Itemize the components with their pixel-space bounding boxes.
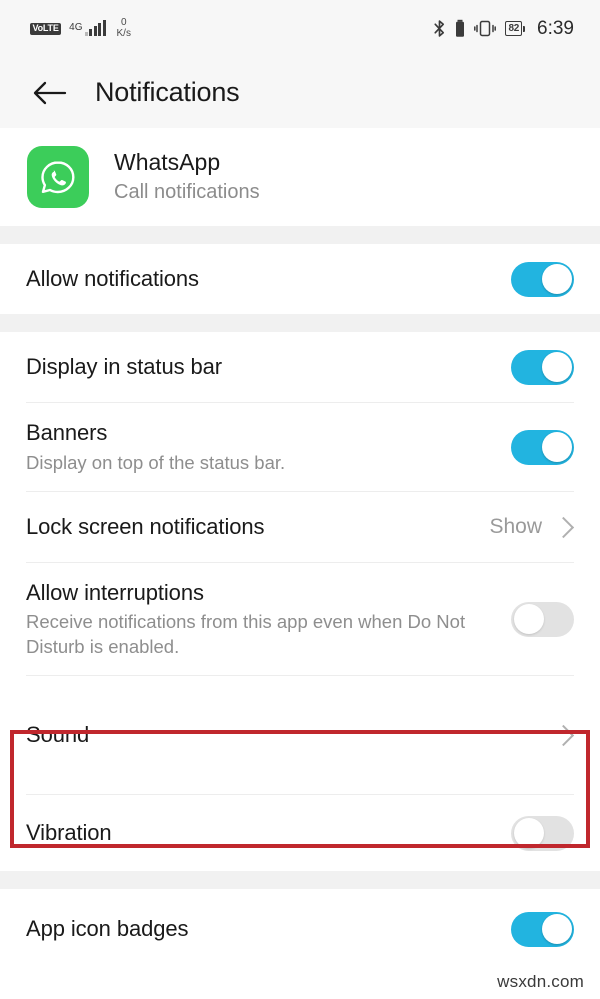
section-gap (0, 314, 600, 332)
network-type-label: 4G (69, 21, 83, 33)
row-allow-notifications[interactable]: Allow notifications (0, 244, 600, 314)
app-icon-badges-toggle[interactable] (511, 911, 574, 947)
section-notification-behavior: Display in status bar Banners Display on… (0, 332, 600, 871)
status-bar-right: 82 6:39 (433, 18, 574, 40)
row-texts: Vibration (26, 819, 126, 848)
bluetooth-icon (433, 19, 446, 38)
allow-notifications-toggle[interactable] (511, 261, 574, 297)
row-right (552, 724, 575, 746)
row-right (511, 261, 574, 297)
page-title: Notifications (95, 77, 240, 107)
allow-notifications-label: Allow notifications (26, 265, 199, 291)
row-vibration[interactable]: Vibration (0, 795, 600, 871)
row-texts: Allow notifications (26, 265, 213, 294)
status-bar-clock: 6:39 (537, 17, 574, 39)
vibration-label: Vibration (26, 819, 112, 845)
row-right (511, 815, 574, 851)
lock-screen-notifications-value: Show (489, 515, 542, 538)
allow-interruptions-label: Allow interruptions (26, 579, 204, 605)
row-display-in-status-bar[interactable]: Display in status bar (0, 332, 600, 402)
app-icon-badges-label: App icon badges (26, 915, 189, 941)
phone-screen: VoLTE 4G 0 K/s 82 6:39 Notifications Wha… (0, 0, 600, 999)
row-right: Show (489, 515, 575, 539)
network-speed-value: 0 (120, 17, 127, 28)
chevron-right-icon (552, 516, 575, 538)
row-app-icon-badges[interactable]: App icon badges (0, 889, 600, 969)
lock-screen-notifications-label: Lock screen notifications (26, 513, 265, 539)
chevron-right-icon (552, 724, 575, 746)
watermark: wsxdn.com (497, 972, 584, 991)
bluetooth-device-battery-icon (455, 19, 465, 38)
banners-label: Banners (26, 420, 108, 445)
section-gap (0, 226, 600, 244)
signal-bars (84, 19, 106, 36)
volte-badge: VoLTE (30, 22, 62, 35)
row-right (511, 601, 574, 637)
row-right (511, 349, 574, 385)
section-gap (0, 871, 600, 889)
battery-indicator: 82 (505, 21, 526, 36)
allow-interruptions-toggle[interactable] (511, 601, 574, 637)
row-texts: Banners Display on top of the status bar… (26, 419, 299, 475)
signal-strength-icon: 4G (68, 19, 106, 36)
status-bar: VoLTE 4G 0 K/s 82 6:39 (0, 0, 600, 57)
row-texts: Sound (26, 721, 103, 750)
app-name-label: WhatsApp (114, 149, 221, 176)
display-in-status-bar-label: Display in status bar (26, 353, 222, 379)
network-speed-indicator: 0 K/s (116, 17, 131, 39)
row-banners[interactable]: Banners Display on top of the status bar… (0, 403, 600, 491)
whatsapp-icon (27, 146, 89, 208)
allow-interruptions-description: Receive notifications from this app even… (26, 611, 466, 657)
row-right (511, 429, 574, 465)
row-texts: Lock screen notifications (26, 513, 278, 542)
back-arrow-icon[interactable] (30, 73, 70, 113)
section-app-icon-badges: App icon badges (0, 889, 600, 969)
row-texts: Allow interruptions Receive notification… (26, 579, 510, 659)
battery-percent-label: 82 (505, 21, 523, 36)
app-bar: Notifications (0, 57, 600, 128)
row-sound[interactable]: Sound (0, 676, 600, 794)
row-allow-interruptions[interactable]: Allow interruptions Receive notification… (0, 563, 600, 675)
sound-label: Sound (26, 721, 90, 747)
app-header-row: WhatsApp Call notifications (0, 128, 600, 226)
vibration-toggle[interactable] (511, 815, 574, 851)
network-speed-unit: K/s (116, 27, 131, 39)
app-channel-label: Call notifications (114, 180, 260, 203)
banners-description: Display on top of the status bar. (26, 451, 286, 473)
section-allow-notifications: Allow notifications (0, 244, 600, 314)
battery-nub (523, 25, 526, 32)
status-bar-left: VoLTE 4G 0 K/s (30, 17, 131, 39)
row-right (511, 911, 574, 947)
display-in-status-bar-toggle[interactable] (511, 349, 574, 385)
row-texts: Display in status bar (26, 353, 236, 382)
vibrate-mode-icon (474, 19, 497, 38)
row-texts: App icon badges (26, 915, 202, 944)
banners-toggle[interactable] (511, 429, 574, 465)
row-lock-screen-notifications[interactable]: Lock screen notifications Show (0, 492, 600, 562)
app-header-texts: WhatsApp Call notifications (114, 148, 260, 206)
